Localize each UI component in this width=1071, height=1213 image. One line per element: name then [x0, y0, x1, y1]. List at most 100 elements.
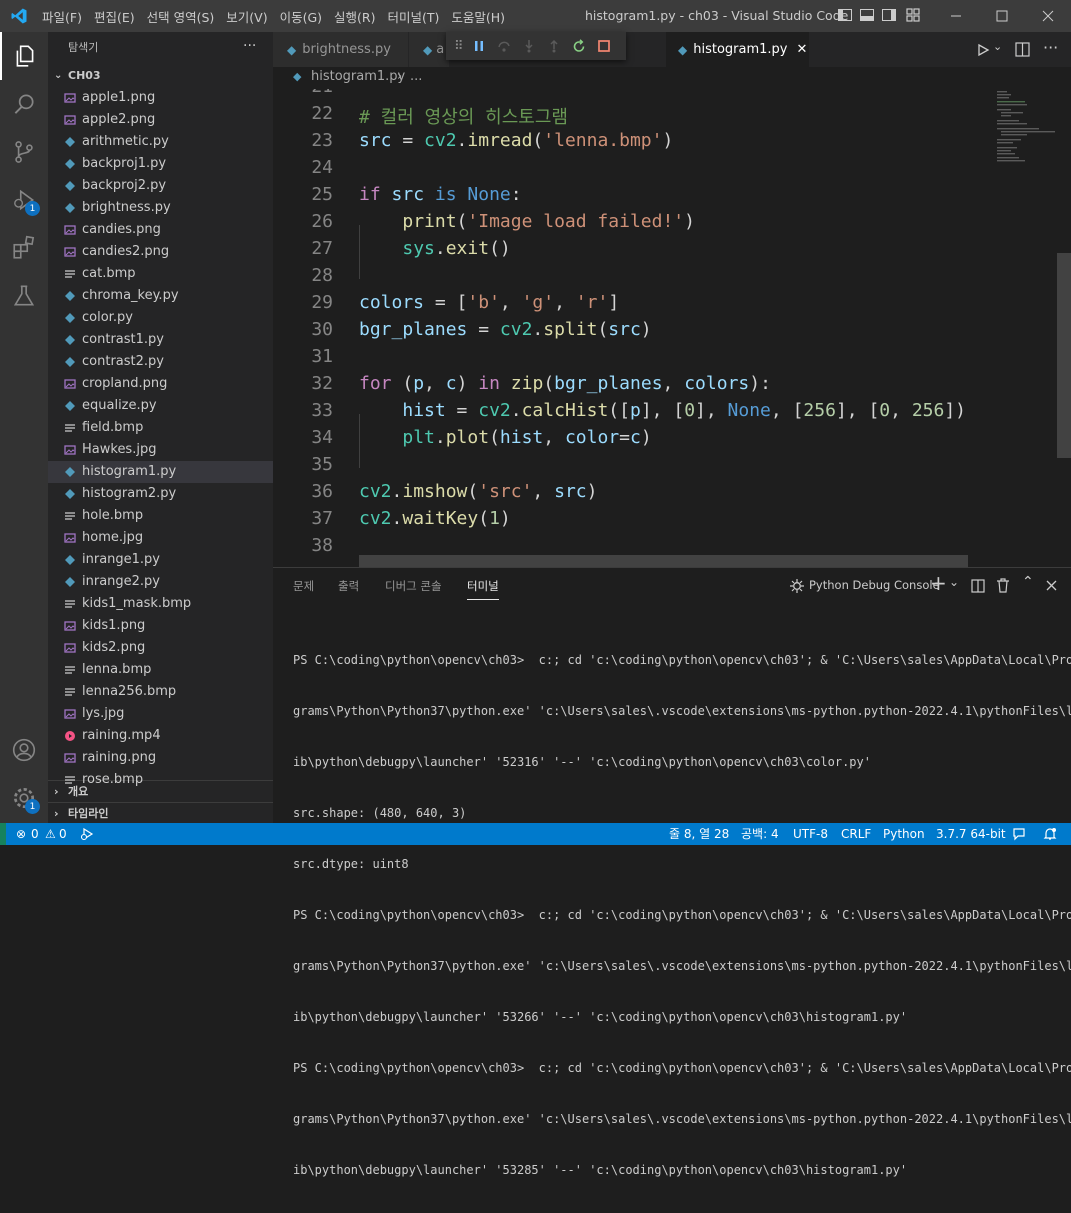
run-debug-activity[interactable]: 1 — [0, 176, 48, 224]
file-item[interactable]: candies2.png — [48, 241, 273, 263]
terminal-name[interactable]: Python Debug Console — [809, 578, 940, 592]
tab-problems[interactable]: 문제 — [293, 568, 314, 604]
indentation[interactable]: 공백: 4 — [741, 823, 779, 845]
step-into-icon[interactable] — [522, 39, 536, 53]
line-ending[interactable]: CRLF — [841, 823, 871, 845]
new-terminal-icon[interactable]: + — [930, 571, 947, 595]
file-item[interactable]: lys.jpg — [48, 703, 273, 725]
debug-launch-icon[interactable] — [80, 827, 95, 841]
file-item[interactable]: histogram2.py — [48, 483, 273, 505]
tab-hidden[interactable]: ◆ a — [408, 32, 449, 67]
explorer-activity[interactable] — [0, 32, 48, 80]
file-item[interactable]: cropland.png — [48, 373, 273, 395]
extensions-activity[interactable] — [0, 224, 48, 272]
file-item[interactable]: field.bmp — [48, 417, 273, 439]
tab-output[interactable]: 출력 — [338, 568, 359, 604]
menu-terminal[interactable]: 터미널(T) — [382, 7, 446, 26]
menu-file[interactable]: 파일(F) — [36, 7, 88, 26]
scrollbar-thumb[interactable] — [1057, 253, 1071, 458]
run-python-file-icon[interactable] — [976, 43, 990, 57]
terminal-dropdown-icon[interactable]: ⌄ — [949, 575, 959, 589]
close-panel-icon[interactable] — [1046, 580, 1057, 591]
step-out-icon[interactable] — [547, 39, 561, 53]
more-actions-icon[interactable]: ··· — [1043, 38, 1058, 57]
file-item[interactable]: contrast1.py — [48, 329, 273, 351]
language-mode[interactable]: Python — [883, 823, 925, 845]
file-item[interactable]: Hawkes.jpg — [48, 439, 273, 461]
step-over-icon[interactable] — [497, 39, 511, 53]
menu-help[interactable]: 도움말(H) — [445, 7, 511, 26]
file-item[interactable]: backproj2.py — [48, 175, 273, 197]
breadcrumb-file[interactable]: histogram1.py — [311, 69, 405, 84]
file-item[interactable]: lenna256.bmp — [48, 681, 273, 703]
cursor-position[interactable]: 줄 8, 열 28 — [669, 823, 729, 845]
file-item[interactable]: lenna.bmp — [48, 659, 273, 681]
toggle-sidebar-icon[interactable] — [838, 9, 852, 21]
error-count[interactable]: 0 — [31, 823, 39, 845]
notifications-icon[interactable] — [1043, 827, 1057, 841]
file-item[interactable]: inrange2.py — [48, 571, 273, 593]
folder-header[interactable]: ⌄ CH03 — [48, 65, 273, 87]
file-item[interactable]: equalize.py — [48, 395, 273, 417]
vertical-scrollbar[interactable] — [1057, 89, 1071, 567]
customize-layout-icon[interactable] — [906, 8, 920, 22]
tab-histogram1[interactable]: ◆ histogram1.py ✕ — [666, 32, 809, 67]
menu-edit[interactable]: 편집(E) — [88, 7, 141, 26]
file-item[interactable]: kids1_mask.bmp — [48, 593, 273, 615]
close-window-button[interactable] — [1025, 0, 1071, 32]
accounts-activity[interactable] — [0, 726, 48, 774]
feedback-icon[interactable] — [1012, 827, 1026, 841]
tab-debug-console[interactable]: 디버그 콘솔 — [385, 568, 442, 604]
sidebar-more-button[interactable]: ··· — [243, 32, 256, 64]
minimize-button[interactable] — [933, 0, 979, 32]
toggle-secondary-sidebar-icon[interactable] — [882, 9, 896, 21]
file-item[interactable]: kids1.png — [48, 615, 273, 637]
code-editor[interactable]: 21 22 23 24 25 26 27 28 29 30 31 32 33 34 35 36 37 38 # 컬… — [273, 89, 991, 567]
file-item[interactable]: inrange1.py — [48, 549, 273, 571]
trash-icon[interactable] — [996, 578, 1010, 593]
menu-run[interactable]: 실행(R) — [328, 7, 381, 26]
breadcrumb-symbol[interactable]: ... — [410, 69, 422, 84]
pause-icon[interactable] — [472, 39, 486, 53]
maximize-panel-icon[interactable]: ⌃ — [1022, 574, 1034, 590]
run-dropdown-icon[interactable]: ⌄ — [993, 40, 1002, 53]
split-editor-icon[interactable] — [1015, 42, 1030, 57]
manage-activity[interactable]: 1 — [0, 774, 48, 822]
menu-view[interactable]: 보기(V) — [220, 7, 273, 26]
file-item[interactable]: hole.bmp — [48, 505, 273, 527]
file-item[interactable]: apple1.png — [48, 87, 273, 109]
search-activity[interactable] — [0, 80, 48, 128]
minimap[interactable] — [991, 89, 1057, 567]
python-interpreter[interactable]: 3.7.7 64-bit — [936, 823, 1006, 845]
file-item[interactable]: backproj1.py — [48, 153, 273, 175]
drag-handle-icon[interactable]: ⠿ — [454, 39, 463, 54]
stop-icon[interactable] — [597, 39, 611, 53]
file-item[interactable]: apple2.png — [48, 109, 273, 131]
file-item[interactable]: candies.png — [48, 219, 273, 241]
restart-icon[interactable] — [572, 39, 586, 53]
tab-brightness[interactable]: ◆ brightness.py — [273, 32, 408, 67]
toggle-panel-icon[interactable] — [860, 9, 874, 21]
testing-activity[interactable] — [0, 272, 48, 320]
file-item[interactable]: chroma_key.py — [48, 285, 273, 307]
file-item[interactable]: histogram1.py — [48, 461, 273, 483]
encoding[interactable]: UTF-8 — [793, 823, 828, 845]
menu-selection[interactable]: 선택 영역(S) — [141, 7, 221, 26]
file-item[interactable]: arithmetic.py — [48, 131, 273, 153]
file-item[interactable]: brightness.py — [48, 197, 273, 219]
file-item[interactable]: home.jpg — [48, 527, 273, 549]
file-item[interactable]: cat.bmp — [48, 263, 273, 285]
source-control-activity[interactable] — [0, 128, 48, 176]
terminal-output[interactable]: PS C:\coding\python\opencv\ch03> c:; cd … — [293, 618, 1071, 1213]
horizontal-scrollbar[interactable] — [359, 555, 968, 567]
file-item[interactable]: raining.png — [48, 747, 273, 769]
file-item[interactable]: raining.mp4 — [48, 725, 273, 747]
file-item[interactable]: kids2.png — [48, 637, 273, 659]
menu-go[interactable]: 이동(G) — [274, 7, 328, 26]
split-terminal-icon[interactable] — [971, 579, 985, 593]
timeline-section[interactable]: › 타임라인 — [48, 802, 273, 824]
remote-indicator[interactable] — [0, 823, 6, 845]
warning-count[interactable]: 0 — [59, 823, 67, 845]
maximize-button[interactable] — [979, 0, 1025, 32]
close-tab-icon[interactable]: ✕ — [796, 42, 807, 57]
